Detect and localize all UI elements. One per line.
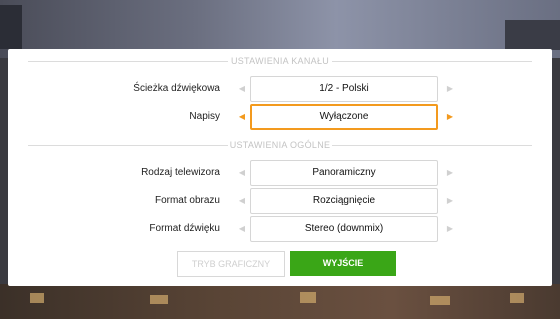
section-title-general: USTAWIENIA OGÓLNE bbox=[229, 140, 331, 150]
arrow-right-icon[interactable]: ▶ bbox=[445, 216, 455, 242]
settings-panel: USTAWIENIA KANAŁU Ścieżka dźwiękowa ◀ 1/… bbox=[8, 49, 552, 286]
graphic-mode-button[interactable]: TRYB GRAFICZNY bbox=[177, 251, 285, 277]
arrow-left-icon[interactable]: ◀ bbox=[237, 160, 247, 186]
arrow-left-icon[interactable]: ◀ bbox=[237, 188, 247, 214]
exit-button[interactable]: WYJŚCIE bbox=[290, 251, 396, 276]
setting-value-tv-type[interactable]: Panoramiczny bbox=[250, 160, 438, 186]
setting-label: Rodzaj telewizora bbox=[141, 167, 220, 178]
background-skyline-bottom bbox=[0, 284, 560, 319]
setting-row-subtitles[interactable]: Napisy ◀ Wyłączone ▶ bbox=[8, 104, 552, 130]
arrow-left-icon[interactable]: ◀ bbox=[237, 76, 247, 102]
setting-row-tv-type[interactable]: Rodzaj telewizora ◀ Panoramiczny ▶ bbox=[8, 160, 552, 186]
arrow-left-icon[interactable]: ◀ bbox=[237, 216, 247, 242]
setting-label: Format obrazu bbox=[154, 195, 220, 206]
setting-label: Napisy bbox=[189, 111, 220, 122]
background-window bbox=[150, 295, 168, 304]
arrow-right-icon[interactable]: ▶ bbox=[445, 76, 455, 102]
setting-row-sound-format[interactable]: Format dźwięku ◀ Stereo (downmix) ▶ bbox=[8, 216, 552, 242]
setting-value-audio-track[interactable]: 1/2 - Polski bbox=[250, 76, 438, 102]
arrow-right-icon[interactable]: ▶ bbox=[445, 104, 455, 130]
setting-value-subtitles[interactable]: Wyłączone bbox=[250, 104, 438, 130]
arrow-right-icon[interactable]: ▶ bbox=[445, 188, 455, 214]
background-building bbox=[505, 20, 560, 50]
setting-label: Ścieżka dźwiękowa bbox=[133, 83, 220, 94]
setting-label: Format dźwięku bbox=[149, 223, 220, 234]
section-header-channel: USTAWIENIA KANAŁU bbox=[28, 55, 532, 67]
setting-row-audio-track[interactable]: Ścieżka dźwiękowa ◀ 1/2 - Polski ▶ bbox=[8, 76, 552, 102]
background-window bbox=[510, 293, 524, 303]
background-window bbox=[300, 292, 316, 303]
section-title-channel: USTAWIENIA KANAŁU bbox=[230, 56, 330, 66]
background-window bbox=[30, 293, 44, 303]
background-window bbox=[430, 296, 450, 305]
setting-value-picture-format[interactable]: Rozciągnięcie bbox=[250, 188, 438, 214]
section-header-general: USTAWIENIA OGÓLNE bbox=[28, 139, 532, 151]
arrow-left-icon[interactable]: ◀ bbox=[237, 104, 247, 130]
arrow-right-icon[interactable]: ▶ bbox=[445, 160, 455, 186]
setting-row-picture-format[interactable]: Format obrazu ◀ Rozciągnięcie ▶ bbox=[8, 188, 552, 214]
setting-value-sound-format[interactable]: Stereo (downmix) bbox=[250, 216, 438, 242]
background-building bbox=[0, 5, 22, 49]
